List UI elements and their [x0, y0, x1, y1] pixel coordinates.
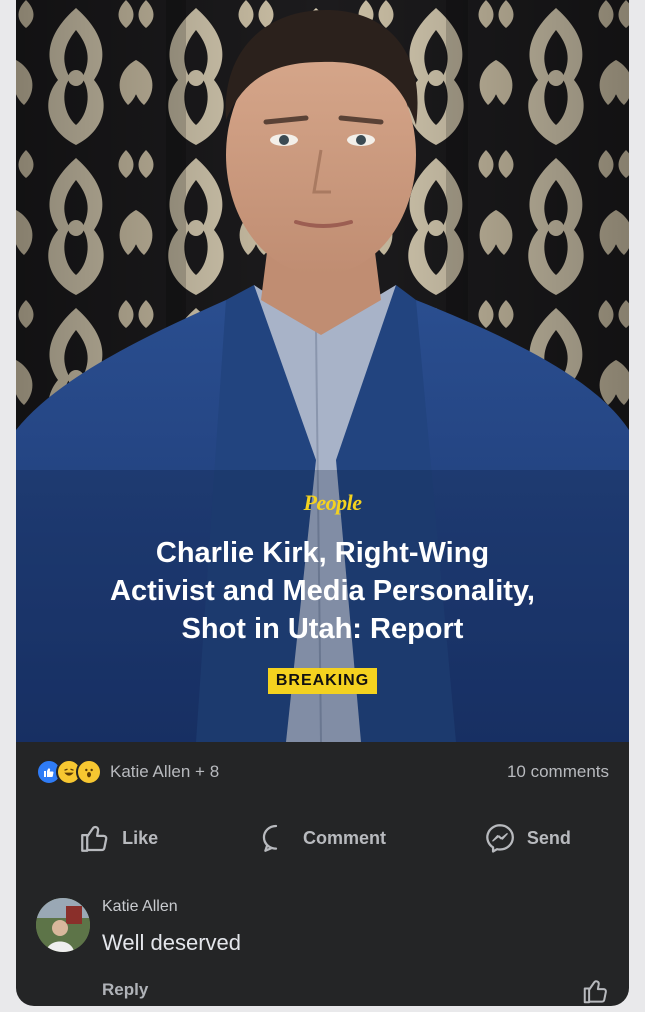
wow-reaction-icon: [76, 759, 102, 785]
like-label: Like: [122, 827, 159, 848]
comment-author[interactable]: Katie Allen: [102, 898, 178, 916]
post-actions: Like Comment Send: [16, 812, 629, 864]
send-button[interactable]: Send: [425, 821, 629, 855]
headline-overlay: People Charlie Kirk, Right-Wing Activist…: [16, 490, 629, 694]
comment-label: Comment: [302, 827, 386, 848]
comments-count-link[interactable]: 10 comments: [507, 762, 609, 782]
headline-line: Shot in Utah: Report: [181, 613, 464, 645]
avatar[interactable]: [36, 898, 90, 952]
headline-line: Charlie Kirk, Right-Wing: [155, 537, 490, 569]
send-label: Send: [526, 827, 571, 848]
messenger-icon: [486, 824, 514, 853]
reactor-names: Katie Allen + 8: [110, 762, 220, 781]
reactions-summary[interactable]: Katie Allen + 8: [36, 759, 219, 785]
thumbs-up-icon: [583, 980, 607, 1004]
comment-bubble-icon: [262, 824, 278, 852]
post-card: People Charlie Kirk, Right-Wing Activist…: [16, 0, 629, 1006]
reply-button[interactable]: Reply: [102, 980, 148, 1000]
like-button[interactable]: Like: [16, 821, 220, 855]
headline-line: Activist and Media Personality,: [110, 575, 535, 607]
comment-like-button[interactable]: [581, 976, 611, 1006]
comment-button[interactable]: Comment: [220, 821, 424, 855]
post-image[interactable]: People Charlie Kirk, Right-Wing Activist…: [16, 0, 629, 742]
breaking-badge: BREAKING: [267, 668, 378, 694]
article-headline[interactable]: Charlie Kirk, Right-Wing Activist and Me…: [16, 534, 629, 648]
avatar-image-icon: [36, 898, 90, 952]
thumbs-up-icon: [81, 825, 108, 852]
comment-item: Katie Allen Well deserved Reply: [36, 892, 611, 1004]
reaction-stats-bar: Katie Allen + 8 10 comments: [16, 752, 629, 792]
comment-text: Well deserved: [102, 930, 241, 955]
publisher-logo: People: [303, 490, 362, 515]
